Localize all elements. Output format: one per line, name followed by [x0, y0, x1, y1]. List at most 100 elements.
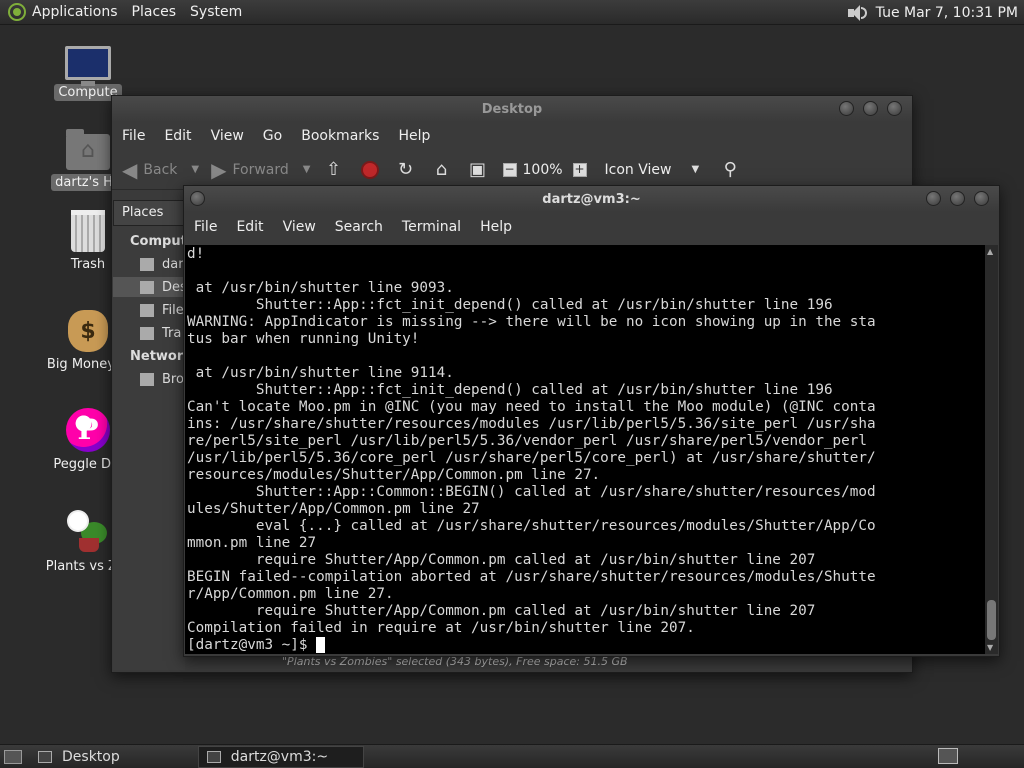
chevron-down-icon[interactable]: ▼	[191, 164, 199, 175]
volume-icon[interactable]	[846, 4, 868, 22]
zoom-control: − 100% +	[502, 161, 593, 178]
computer-icon[interactable]: ▣	[467, 159, 489, 181]
terminal-line: Shutter::App::Common::BEGIN() called at …	[187, 484, 876, 500]
terminal-output[interactable]: d! at /usr/bin/shutter line 9093. Shutte…	[185, 245, 986, 654]
file-manager-titlebar[interactable]: Desktop	[112, 96, 912, 122]
menu-view[interactable]: View	[283, 219, 316, 235]
menu-file[interactable]: File	[194, 219, 217, 235]
trash-icon	[140, 327, 154, 340]
back-button[interactable]: ◀ Back ▼	[122, 158, 199, 182]
computer-icon	[65, 46, 111, 86]
sidebar-item-desktop[interactable]: Des	[140, 280, 187, 295]
terminal-line: Compilation failed in require at /usr/bi…	[187, 620, 695, 636]
file-manager-icon	[38, 750, 52, 763]
file-manager-toolbar: ◀ Back ▼ ▶ Forward ▼ ⇧ ↻ ⌂ ▣ − 100% + Ic…	[112, 150, 912, 190]
terminal-line: r/App/Common.pm line 27.	[187, 586, 394, 602]
top-panel: Applications Places System Tue Mar 7, 10…	[0, 0, 1024, 25]
close-button[interactable]	[887, 101, 902, 116]
stop-button[interactable]	[359, 159, 381, 181]
home-icon[interactable]: ⌂	[431, 159, 453, 181]
workspace-switcher-icon[interactable]	[938, 748, 958, 764]
menu-bookmarks[interactable]: Bookmarks	[301, 128, 379, 144]
minimize-button[interactable]	[926, 191, 941, 206]
sidebar-item-filesystem[interactable]: File	[140, 303, 184, 318]
close-button[interactable]	[974, 191, 989, 206]
desktop-icon-computer[interactable]: Compute	[33, 46, 143, 101]
terminal-titlebar[interactable]: dartz@vm3:~	[184, 186, 999, 212]
terminal-line: BEGIN failed--compilation aborted at /us…	[187, 569, 876, 585]
maximize-button[interactable]	[950, 191, 965, 206]
terminal-line: Shutter::App::fct_init_depend() called a…	[187, 297, 833, 313]
menu-go[interactable]: Go	[263, 128, 282, 144]
window-menu-button[interactable]	[190, 191, 205, 206]
network-icon	[140, 373, 154, 386]
back-label: Back	[143, 161, 178, 178]
terminal-line: d!	[187, 246, 205, 262]
plants-icon	[65, 508, 111, 554]
sidebar-places-header[interactable]: Places	[113, 200, 185, 226]
show-desktop-icon[interactable]	[4, 749, 22, 764]
forward-button[interactable]: ▶ Forward ▼	[211, 158, 310, 182]
prompt-text: [dartz@vm3 ~]$	[187, 637, 317, 653]
maximize-button[interactable]	[863, 101, 878, 116]
menu-view[interactable]: View	[211, 128, 244, 144]
menu-places[interactable]: Places	[132, 4, 177, 20]
scroll-thumb[interactable]	[987, 600, 996, 640]
window-title: Desktop	[481, 101, 543, 117]
stop-icon	[360, 160, 379, 179]
desktop-folder-icon	[140, 281, 154, 294]
view-mode-label: Icon View	[604, 161, 672, 178]
up-arrow-icon[interactable]: ⇧	[323, 159, 345, 181]
scroll-down-icon[interactable]: ▼	[987, 643, 993, 652]
scroll-up-icon[interactable]: ▲	[987, 247, 993, 256]
sidebar-item-trash[interactable]: Tra	[140, 326, 181, 341]
terminal-line: re/perl5/site_perl /usr/lib/perl5/5.36/v…	[187, 433, 867, 449]
sidebar-item-browse-network[interactable]: Bro	[140, 372, 184, 387]
terminal-line: tus bar when running Unity!	[187, 331, 420, 347]
chevron-down-icon[interactable]: ▼	[303, 164, 311, 175]
zoom-out-icon[interactable]: −	[502, 162, 517, 177]
zoom-in-icon[interactable]: +	[572, 162, 587, 177]
terminal-line: resources/modules/Shutter/App/Common.pm …	[187, 467, 601, 483]
zoom-level: 100%	[522, 161, 563, 178]
menu-applications[interactable]: Applications	[32, 4, 118, 20]
taskbar-item-desktop[interactable]: Desktop	[30, 746, 128, 768]
menu-search[interactable]: Search	[335, 219, 383, 235]
distro-logo-icon[interactable]	[8, 3, 26, 21]
search-icon[interactable]: ⚲	[719, 159, 741, 181]
forward-label: Forward	[232, 161, 289, 178]
trash-icon	[71, 210, 105, 252]
terminal-line: WARNING: AppIndicator is missing --> the…	[187, 314, 876, 330]
terminal-line: ins: /usr/share/shutter/resources/module…	[187, 416, 876, 432]
terminal-scrollbar[interactable]: ▲ ▼	[985, 245, 998, 654]
terminal-line: /usr/lib/perl5/5.36/core_perl /usr/share…	[187, 450, 876, 466]
file-manager-menubar: File Edit View Go Bookmarks Help	[112, 122, 912, 150]
menu-help[interactable]: Help	[398, 128, 430, 144]
terminal-line: require Shutter/App/Common.pm called at …	[187, 552, 816, 568]
terminal-window[interactable]: dartz@vm3:~ File Edit View Search Termin…	[183, 185, 1000, 657]
menu-help[interactable]: Help	[480, 219, 512, 235]
sidebar-item-home[interactable]: dar	[140, 257, 184, 272]
home-folder-icon	[66, 129, 110, 170]
chevron-down-icon: ▼	[691, 164, 700, 175]
terminal-icon	[206, 750, 221, 763]
terminal-text: d! at /usr/bin/shutter line 9093. Shutte…	[185, 245, 986, 654]
menu-file[interactable]: File	[122, 128, 145, 144]
menu-edit[interactable]: Edit	[236, 219, 263, 235]
drive-icon	[140, 304, 154, 317]
taskbar-item-terminal[interactable]: dartz@vm3:~	[197, 745, 364, 768]
view-mode-select[interactable]: Icon View ▼	[605, 162, 700, 178]
menu-terminal[interactable]: Terminal	[402, 219, 461, 235]
menu-system[interactable]: System	[190, 4, 242, 20]
terminal-menubar: File Edit View Search Terminal Help	[184, 212, 999, 242]
terminal-line: eval {...} called at /usr/share/shutter/…	[187, 518, 876, 534]
terminal-prompt[interactable]: [dartz@vm3 ~]$	[187, 637, 986, 654]
terminal-line: ules/Shutter/App/Common.pm line 27	[187, 501, 480, 517]
reload-icon[interactable]: ↻	[395, 159, 417, 181]
minimize-button[interactable]	[839, 101, 854, 116]
clock[interactable]: Tue Mar 7, 10:31 PM	[876, 5, 1018, 21]
arrow-right-icon: ▶	[211, 157, 227, 182]
menu-edit[interactable]: Edit	[164, 128, 191, 144]
